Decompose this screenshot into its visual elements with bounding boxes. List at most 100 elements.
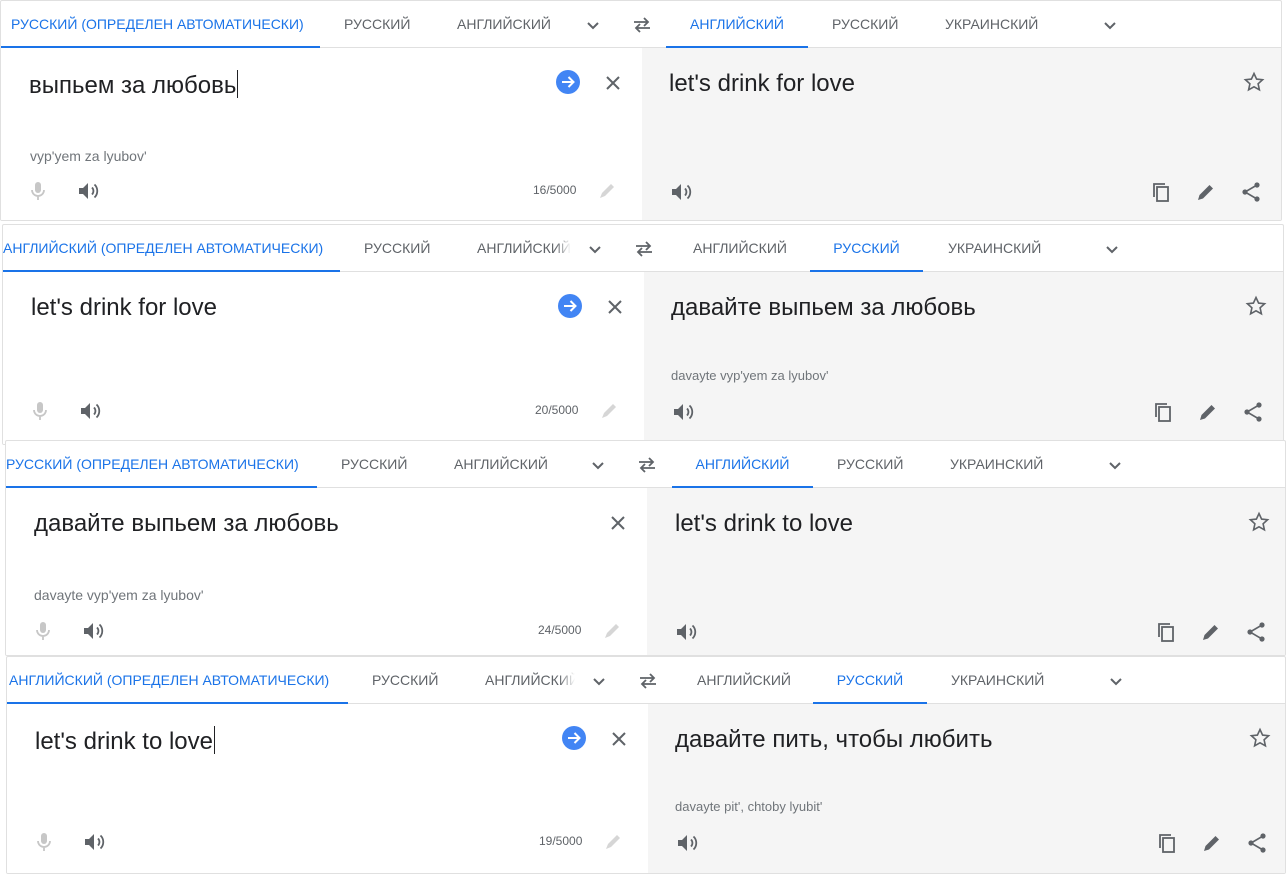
source-text[interactable]: let's drink to love [35,726,215,756]
listen-translation-icon[interactable] [671,400,695,424]
handwriting-pencil-icon[interactable] [600,619,624,643]
listen-source-icon[interactable] [81,619,105,643]
swap-languages-icon[interactable] [630,13,654,37]
translation-transliteration: davayte pit', chtoby lyubit' [675,799,823,814]
character-counter: 16/5000 [533,183,577,197]
copy-icon[interactable] [1151,400,1175,424]
source-tab-detected[interactable]: РУССКИЙ (ОПРЕДЕЛЕН АВТОМАТИЧЕСКИ) [6,441,317,489]
clear-source-icon[interactable] [603,295,627,319]
microphone-icon[interactable] [31,619,55,643]
copy-icon[interactable] [1154,620,1178,644]
target-tab-russian[interactable]: РУССКИЙ [813,657,927,705]
share-icon[interactable] [1244,620,1268,644]
source-tab-detected[interactable]: АНГЛИЙСКИЙ (ОПРЕДЕЛЕН АВТОМАТИЧЕСКИ) [3,225,340,273]
target-tab-english[interactable]: АНГЛИЙСКИЙ [666,1,808,49]
edit-translation-icon[interactable] [1196,400,1220,424]
text-caret [237,70,239,98]
share-icon[interactable] [1245,831,1269,855]
target-area: давайте выпьем за любовь davayte vyp'yem… [644,272,1283,444]
source-language-menu-chevron-icon[interactable] [587,669,611,693]
text-caret [214,726,215,754]
edit-translation-icon[interactable] [1200,831,1224,855]
microphone-icon[interactable] [26,179,50,203]
microphone-icon[interactable] [28,399,52,423]
target-area: let's drink for love [642,48,1281,220]
share-icon[interactable] [1241,400,1265,424]
target-area: let's drink to love [647,488,1285,655]
target-language-menu-chevron-icon[interactable] [1103,453,1127,477]
target-tab-ukrainian[interactable]: УКРАИНСКИЙ [951,657,1044,704]
translation-transliteration: davayte vyp'yem za lyubov' [671,368,829,383]
language-tab-bar: РУССКИЙ (ОПРЕДЕЛЕН АВТОМАТИЧЕСКИ) РУССКИ… [1,1,1281,49]
source-area[interactable]: let's drink to love 19/5000 [7,704,648,873]
translate-go-icon[interactable] [556,70,580,94]
listen-source-icon[interactable] [82,830,106,854]
source-language-menu-chevron-icon[interactable] [581,13,605,37]
swap-languages-icon[interactable] [632,237,656,261]
target-tab-russian[interactable]: РУССКИЙ [810,225,923,273]
source-tab-russian[interactable]: РУССКИЙ [372,657,438,704]
swap-languages-icon[interactable] [636,669,660,693]
target-language-menu-chevron-icon[interactable] [1104,669,1128,693]
translation-text: let's drink for love [669,70,855,97]
clear-source-icon[interactable] [607,727,631,751]
target-language-menu-chevron-icon[interactable] [1098,13,1122,37]
share-icon[interactable] [1239,180,1263,204]
target-tab-russian[interactable]: РУССКИЙ [832,1,898,48]
tab-fade [559,657,575,703]
source-tab-russian[interactable]: РУССКИЙ [364,225,430,272]
edit-translation-icon[interactable] [1194,180,1218,204]
source-area[interactable]: let's drink for love 20/5000 [3,272,644,444]
translate-go-icon[interactable] [558,294,582,318]
source-transliteration: vyp'yem za lyubov' [30,148,147,164]
save-star-icon[interactable] [1242,70,1266,94]
source-tab-detected[interactable]: АНГЛИЙСКИЙ (ОПРЕДЕЛЕН АВТОМАТИЧЕСКИ) [7,657,348,705]
translation-panel-2: АНГЛИЙСКИЙ (ОПРЕДЕЛЕН АВТОМАТИЧЕСКИ) РУС… [2,224,1284,445]
clear-source-icon[interactable] [601,71,625,95]
translation-panel-1: РУССКИЙ (ОПРЕДЕЛЕН АВТОМАТИЧЕСКИ) РУССКИ… [0,0,1282,221]
swap-languages-icon[interactable] [635,453,659,477]
target-tab-ukrainian[interactable]: УКРАИНСКИЙ [948,225,1041,272]
target-tab-english[interactable]: АНГЛИЙСКИЙ [697,657,791,704]
source-text[interactable]: let's drink for love [31,294,217,322]
save-star-icon[interactable] [1244,294,1268,318]
target-tab-russian[interactable]: РУССКИЙ [837,441,903,488]
target-tab-ukrainian[interactable]: УКРАИНСКИЙ [950,441,1043,488]
save-star-icon[interactable] [1247,510,1271,534]
source-language-menu-chevron-icon[interactable] [586,453,610,477]
target-language-menu-chevron-icon[interactable] [1100,237,1124,261]
microphone-icon[interactable] [32,830,56,854]
source-text[interactable]: давайте выпьем за любовь [34,510,339,538]
source-area[interactable]: выпьем за любовь vyp'yem za lyubov' 16/5… [1,48,642,220]
listen-source-icon[interactable] [78,399,102,423]
translate-go-icon[interactable] [562,726,586,750]
handwriting-pencil-icon[interactable] [597,399,621,423]
translation-text: let's drink to love [675,510,853,537]
handwriting-pencil-icon[interactable] [601,830,625,854]
listen-translation-icon[interactable] [675,831,699,855]
source-tab-russian[interactable]: РУССКИЙ [341,441,407,488]
tab-fade [555,225,571,271]
source-tab-detected[interactable]: РУССКИЙ (ОПРЕДЕЛЕН АВТОМАТИЧЕСКИ) [1,1,320,49]
target-tab-english[interactable]: АНГЛИЙСКИЙ [693,225,787,272]
copy-icon[interactable] [1149,180,1173,204]
edit-translation-icon[interactable] [1199,620,1223,644]
target-tab-english[interactable]: АНГЛИЙСКИЙ [672,441,813,489]
copy-icon[interactable] [1155,831,1179,855]
save-star-icon[interactable] [1248,726,1272,750]
language-tab-bar: АНГЛИЙСКИЙ (ОПРЕДЕЛЕН АВТОМАТИЧЕСКИ) РУС… [3,225,1283,273]
source-text[interactable]: выпьем за любовь [29,70,239,100]
listen-translation-icon[interactable] [674,620,698,644]
listen-source-icon[interactable] [76,179,100,203]
source-tab-english[interactable]: АНГЛИЙСКИЙ [454,441,548,488]
source-tab-english[interactable]: АНГЛИЙСКИЙ [457,1,551,48]
source-tab-russian[interactable]: РУССКИЙ [344,1,410,48]
target-tab-ukrainian[interactable]: УКРАИНСКИЙ [945,1,1038,48]
source-language-menu-chevron-icon[interactable] [583,237,607,261]
translation-panel-3: РУССКИЙ (ОПРЕДЕЛЕН АВТОМАТИЧЕСКИ) РУССКИ… [5,440,1286,656]
handwriting-pencil-icon[interactable] [595,179,619,203]
listen-translation-icon[interactable] [669,180,693,204]
target-area: давайте пить, чтобы любить davayte pit',… [648,704,1285,873]
source-area[interactable]: давайте выпьем за любовь davayte vyp'yem… [6,488,647,655]
clear-source-icon[interactable] [606,511,630,535]
